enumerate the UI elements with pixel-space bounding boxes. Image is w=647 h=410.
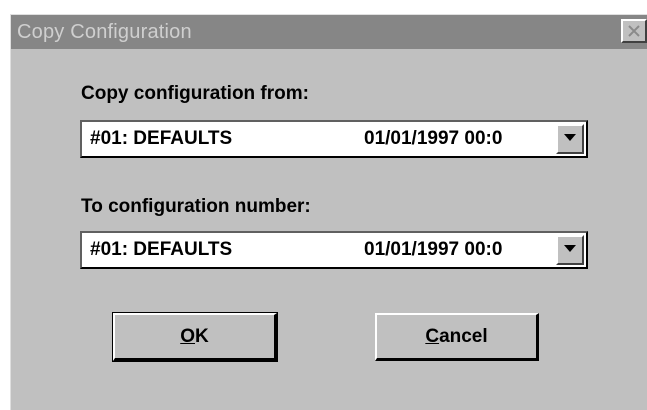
chevron-down-icon — [564, 134, 576, 141]
to-config-label: To configuration number: — [81, 196, 311, 217]
copy-from-config-date: 01/01/1997 00:0 — [364, 128, 503, 149]
copy-from-value: #01: DEFAULTS 01/01/1997 00:0 — [90, 128, 554, 150]
cancel-button[interactable]: Cancel — [375, 313, 539, 361]
to-config-date: 01/01/1997 00:0 — [364, 239, 503, 260]
to-config-dropdown-button[interactable] — [556, 235, 584, 265]
to-config-name: #01: DEFAULTS — [90, 239, 233, 260]
window-title: Copy Configuration — [17, 21, 192, 43]
cancel-label-rest: ancel — [439, 326, 488, 347]
close-button[interactable] — [621, 19, 647, 43]
cancel-mnemonic: C — [425, 326, 440, 347]
ok-label-rest: K — [195, 326, 209, 347]
ok-mnemonic: O — [180, 326, 196, 347]
title-bar[interactable]: Copy Configuration — [11, 15, 647, 49]
ok-button[interactable]: OK — [112, 312, 278, 362]
cancel-button-label: Cancel — [377, 326, 536, 348]
chevron-down-icon — [564, 245, 576, 252]
copy-from-label: Copy configuration from: — [81, 83, 309, 104]
close-icon — [628, 25, 640, 37]
to-config-value: #01: DEFAULTS 01/01/1997 00:0 — [90, 239, 554, 261]
copy-from-combobox[interactable]: #01: DEFAULTS 01/01/1997 00:0 — [80, 120, 588, 158]
copy-configuration-dialog: Copy Configuration Copy configuration fr… — [10, 14, 647, 410]
ok-button-label: OK — [115, 326, 274, 348]
to-config-combobox[interactable]: #01: DEFAULTS 01/01/1997 00:0 — [80, 231, 588, 269]
copy-from-config-name: #01: DEFAULTS — [90, 128, 233, 149]
copy-from-dropdown-button[interactable] — [556, 124, 584, 154]
